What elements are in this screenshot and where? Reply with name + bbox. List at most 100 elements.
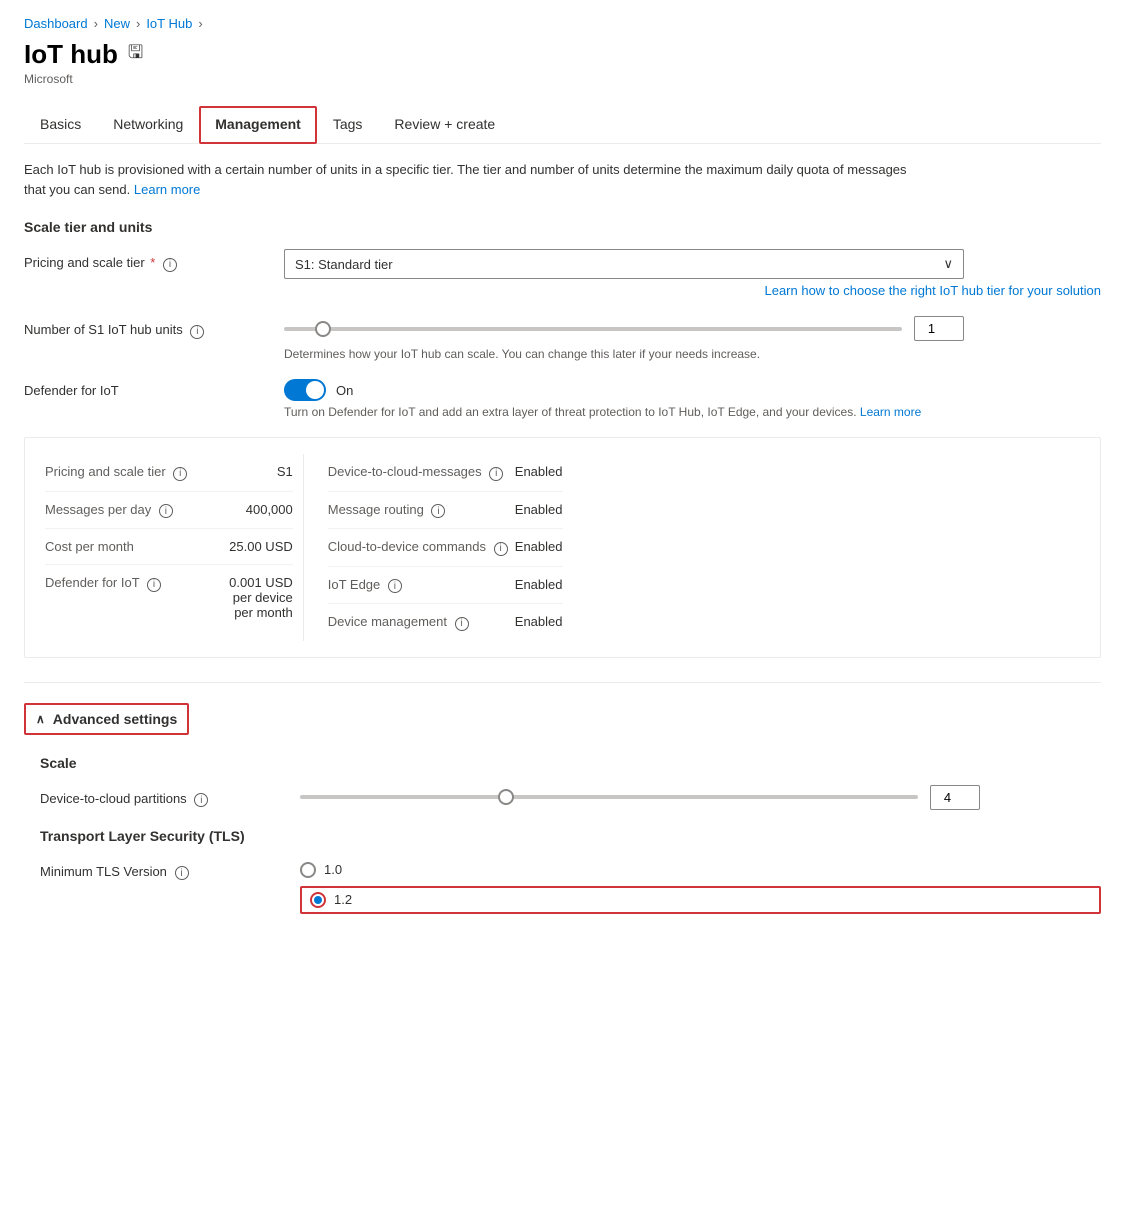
defender-toggle[interactable] — [284, 379, 326, 401]
info-value-cloud-to-device: Enabled — [515, 539, 563, 554]
units-control: 1 Determines how your IoT hub can scale.… — [284, 316, 1101, 361]
tls-info-icon[interactable]: i — [175, 866, 189, 880]
cloud-device-info-icon[interactable]: i — [494, 542, 508, 556]
tls-radio-group: 1.0 1.2 — [300, 862, 1101, 914]
breadcrumb-dashboard[interactable]: Dashboard — [24, 16, 88, 31]
info-row-message-routing: Message routing i Enabled — [328, 492, 563, 530]
pricing-tier-label: Pricing and scale tier * i — [24, 249, 264, 272]
defender-toggle-control: On — [284, 379, 921, 401]
save-icon[interactable]: 🖫 — [128, 40, 143, 70]
tab-management[interactable]: Management — [199, 106, 317, 144]
partitions-row: Device-to-cloud partitions i — [40, 785, 1101, 810]
page-title: IoT hub — [24, 39, 118, 70]
units-info-icon[interactable]: i — [190, 325, 204, 339]
units-slider-track[interactable] — [284, 327, 902, 331]
breadcrumb-new[interactable]: New — [104, 16, 130, 31]
toggle-knob — [306, 381, 324, 399]
device-mgmt-info-icon[interactable]: i — [455, 617, 469, 631]
units-slider-wrapper — [284, 321, 902, 337]
info-label-cloud-to-device: Cloud-to-device commands i — [328, 539, 508, 556]
radio-1-0-label: 1.0 — [324, 862, 342, 877]
units-input[interactable]: 1 — [914, 316, 964, 341]
tls-option-1-2[interactable]: 1.2 — [310, 892, 352, 908]
info-value-cost-per-month: 25.00 USD — [229, 539, 293, 554]
info-col-right: Device-to-cloud-messages i Enabled Messa… — [304, 454, 563, 641]
info-row-cost-per-month: Cost per month 25.00 USD — [45, 529, 293, 565]
advanced-settings-label: Advanced settings — [53, 711, 177, 727]
tls-option-1-0[interactable]: 1.0 — [300, 862, 1101, 878]
partitions-input[interactable] — [930, 785, 980, 810]
info-label-device-management: Device management i — [328, 614, 469, 631]
partitions-label: Device-to-cloud partitions i — [40, 785, 280, 808]
partitions-slider-thumb[interactable] — [498, 789, 514, 805]
pricing-tier-select[interactable]: S1: Standard tier ∨ — [284, 249, 964, 279]
section-divider — [24, 682, 1101, 683]
scale-sub-heading: Scale — [40, 755, 1101, 771]
tab-bar: Basics Networking Management Tags Review… — [24, 106, 1101, 144]
tls-version-row: Minimum TLS Version i 1.0 1.2 — [40, 858, 1101, 914]
units-label: Number of S1 IoT hub units i — [24, 316, 264, 339]
tls-heading: Transport Layer Security (TLS) — [40, 828, 1101, 844]
breadcrumb-iothub[interactable]: IoT Hub — [146, 16, 192, 31]
tab-tags[interactable]: Tags — [317, 106, 379, 144]
info-value-message-routing: Enabled — [515, 502, 563, 517]
breadcrumb: Dashboard › New › IoT Hub › — [24, 16, 1101, 31]
info-table: Pricing and scale tier i S1 Messages per… — [24, 437, 1101, 658]
info-label-defender-for-iot: Defender for IoT i — [45, 575, 161, 592]
pricing-tier-table-info-icon[interactable]: i — [173, 467, 187, 481]
device-cloud-info-icon[interactable]: i — [489, 467, 503, 481]
required-indicator: * — [150, 255, 155, 270]
defender-control: On Turn on Defender for IoT and add an e… — [284, 379, 921, 419]
defender-label: Defender for IoT — [24, 379, 264, 398]
tab-basics[interactable]: Basics — [24, 106, 97, 144]
info-col-left: Pricing and scale tier i S1 Messages per… — [45, 454, 304, 641]
info-label-cost-per-month: Cost per month — [45, 539, 134, 554]
partitions-info-icon[interactable]: i — [194, 793, 208, 807]
info-row-pricing-tier: Pricing and scale tier i S1 — [45, 454, 293, 492]
info-value-device-management: Enabled — [515, 614, 563, 629]
info-row-device-management: Device management i Enabled — [328, 604, 563, 641]
advanced-settings-toggle[interactable]: ∧ Advanced settings — [24, 703, 189, 735]
info-row-defender-for-iot: Defender for IoT i 0.001 USD per device … — [45, 565, 293, 630]
radio-1-2-label: 1.2 — [334, 892, 352, 907]
description-learn-more-link[interactable]: Learn more — [134, 182, 200, 197]
chevron-up-icon: ∧ — [36, 712, 45, 726]
info-value-device-to-cloud: Enabled — [515, 464, 563, 479]
radio-1-0-circle — [300, 862, 316, 878]
pricing-tier-row: Pricing and scale tier * i S1: Standard … — [24, 249, 1101, 298]
defender-status: On — [336, 383, 353, 398]
info-value-pricing-tier: S1 — [277, 464, 293, 479]
defender-description: Turn on Defender for IoT and add an extr… — [284, 405, 921, 419]
iot-edge-info-icon[interactable]: i — [388, 579, 402, 593]
publisher: Microsoft — [24, 72, 1101, 86]
messages-info-icon[interactable]: i — [159, 504, 173, 518]
info-row-messages-per-day: Messages per day i 400,000 — [45, 492, 293, 530]
defender-learn-more-link[interactable]: Learn more — [860, 405, 921, 419]
info-row-device-to-cloud: Device-to-cloud-messages i Enabled — [328, 454, 563, 492]
info-table-grid: Pricing and scale tier i S1 Messages per… — [45, 454, 563, 641]
units-slider-container: 1 — [284, 316, 964, 341]
info-label-device-to-cloud: Device-to-cloud-messages i — [328, 464, 504, 481]
tab-review-create[interactable]: Review + create — [378, 106, 511, 144]
units-slider-thumb[interactable] — [315, 321, 331, 337]
chevron-down-icon: ∨ — [943, 256, 953, 272]
message-routing-info-icon[interactable]: i — [431, 504, 445, 518]
partitions-slider-wrapper — [300, 789, 918, 805]
units-row: Number of S1 IoT hub units i 1 Determine… — [24, 316, 1101, 361]
info-row-iot-edge: IoT Edge i Enabled — [328, 567, 563, 605]
units-hint: Determines how your IoT hub can scale. Y… — [284, 347, 1101, 361]
info-value-defender-for-iot: 0.001 USD per device per month — [229, 575, 293, 620]
partitions-control — [300, 785, 1101, 810]
info-label-pricing-tier: Pricing and scale tier i — [45, 464, 187, 481]
defender-table-info-icon[interactable]: i — [147, 578, 161, 592]
info-label-messages-per-day: Messages per day i — [45, 502, 173, 519]
tls-version-label: Minimum TLS Version i — [40, 858, 280, 881]
pricing-info-icon[interactable]: i — [163, 258, 177, 272]
tab-networking[interactable]: Networking — [97, 106, 199, 144]
info-row-cloud-to-device: Cloud-to-device commands i Enabled — [328, 529, 563, 567]
info-value-messages-per-day: 400,000 — [246, 502, 293, 517]
info-value-iot-edge: Enabled — [515, 577, 563, 592]
radio-1-2-circle — [310, 892, 326, 908]
partitions-slider-track[interactable] — [300, 795, 918, 799]
learn-tier-link[interactable]: Learn how to choose the right IoT hub ti… — [764, 283, 1101, 298]
